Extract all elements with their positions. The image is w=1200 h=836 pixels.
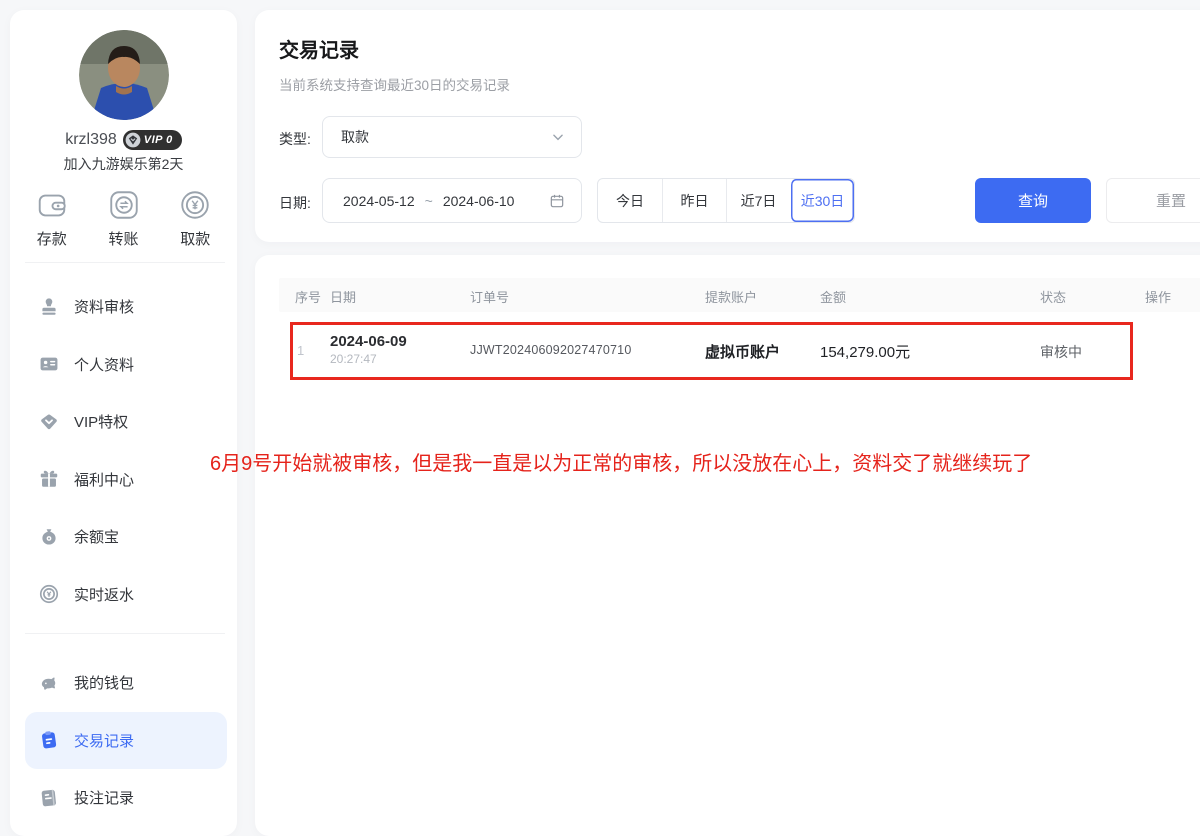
bet-record-icon (38, 787, 60, 809)
col-amount: 金额 (820, 287, 846, 306)
range-yesterday-button[interactable]: 昨日 (662, 179, 726, 222)
quick-actions: 存款 转账 取款 (10, 188, 237, 249)
transfer-icon (107, 188, 141, 222)
sidebar-item-label: 福利中心 (74, 469, 134, 490)
sidebar-item-label: 投注记录 (74, 787, 134, 808)
withdraw-icon (178, 188, 212, 222)
withdraw-label: 取款 (180, 228, 210, 249)
col-account: 提款账户 (705, 287, 757, 306)
sidebar-item-bet-records[interactable]: 投注记录 (25, 769, 227, 827)
transfer-label: 转账 (108, 228, 138, 249)
row-time-value: 20:27:47 (330, 352, 407, 366)
sidebar-item-label: 余额宝 (74, 526, 119, 547)
join-days-text: 加入九游娱乐第2天 (10, 154, 237, 174)
vip-emblem-icon (125, 132, 141, 148)
row-amount: 154,279.00元 (820, 341, 910, 362)
id-card-icon (38, 353, 60, 375)
sidebar-item-transaction-records[interactable]: 交易记录 (25, 712, 227, 770)
sidebar-item-yuebao[interactable]: 余额宝 (25, 508, 227, 566)
records-table: 序号 日期 订单号 提款账户 金额 状态 操作 1 2024-06-09 20:… (255, 255, 1200, 836)
sidebar-item-label: 我的钱包 (74, 672, 134, 693)
col-order: 订单号 (470, 287, 509, 306)
chevron-down-icon (551, 130, 565, 144)
deposit-button[interactable]: 存款 (22, 188, 82, 249)
table-row: 1 2024-06-09 20:27:47 JJWT20240609202747… (279, 322, 1200, 380)
money-bag-icon (38, 526, 60, 548)
col-status: 状态 (1040, 287, 1066, 306)
reset-button[interactable]: 重置 (1106, 178, 1200, 223)
vip-diamond-icon (38, 411, 60, 433)
sidebar-item-label: VIP特权 (74, 411, 128, 432)
sidebar-item-welfare-center[interactable]: 福利中心 (25, 451, 227, 509)
vip-badge: VIP 0 (123, 130, 182, 150)
sidebar-item-label: 交易记录 (74, 730, 134, 751)
row-account: 虚拟币账户 (705, 341, 780, 362)
sidebar-nav: 资料审核 个人资料 VIP特权 (10, 278, 237, 623)
table-header: 序号 日期 订单号 提款账户 金额 状态 操作 (279, 278, 1200, 312)
sidebar-item-vip-privileges[interactable]: VIP特权 (25, 393, 227, 451)
sidebar-item-label: 资料审核 (74, 296, 134, 317)
sidebar-item-personal-info[interactable]: 个人资料 (25, 336, 227, 394)
type-select[interactable]: 取款 (322, 116, 582, 158)
sidebar-nav-records: 我的钱包 交易记录 (10, 654, 237, 827)
stamp-icon (38, 296, 60, 318)
range-30days-button[interactable]: 近30日 (790, 179, 854, 222)
gift-icon (38, 468, 60, 490)
deposit-label: 存款 (37, 228, 67, 249)
col-action: 操作 (1145, 287, 1171, 306)
rebate-icon (38, 583, 60, 605)
sidebar-item-label: 实时返水 (74, 584, 134, 605)
avatar-image (79, 30, 169, 120)
page-title: 交易记录 (279, 34, 359, 63)
username: krzl398 (65, 131, 117, 149)
date-start: 2024-05-12 (343, 193, 415, 209)
query-button[interactable]: 查询 (975, 178, 1091, 223)
page-subtitle: 当前系统支持查询最近30日的交易记录 (279, 74, 510, 94)
sidebar-divider (25, 262, 225, 263)
withdraw-button[interactable]: 取款 (165, 188, 225, 249)
transaction-record-icon (38, 729, 60, 751)
date-label: 日期: (279, 193, 311, 213)
col-index: 序号 (295, 287, 321, 306)
avatar[interactable] (79, 30, 169, 120)
type-select-value: 取款 (341, 127, 551, 147)
range-today-button[interactable]: 今日 (598, 179, 662, 222)
date-end: 2024-06-10 (443, 193, 539, 209)
type-label: 类型: (279, 129, 311, 149)
wallet-icon (35, 188, 69, 222)
row-date-value: 2024-06-09 (330, 333, 407, 350)
quick-range-group: 今日 昨日 近7日 近30日 (597, 178, 855, 223)
calendar-icon (549, 193, 565, 209)
piggy-bank-icon (38, 672, 60, 694)
sidebar-item-profile-review[interactable]: 资料审核 (25, 278, 227, 336)
sidebar: krzl398 VIP 0 加入九游娱乐第2天 存款 (10, 10, 237, 836)
row-index: 1 (297, 343, 304, 358)
transfer-button[interactable]: 转账 (94, 188, 154, 249)
date-range-input[interactable]: 2024-05-12 ~ 2024-06-10 (322, 178, 582, 223)
sidebar-item-label: 个人资料 (74, 354, 134, 375)
sidebar-item-realtime-rebate[interactable]: 实时返水 (25, 566, 227, 624)
col-date: 日期 (330, 287, 356, 306)
sidebar-item-my-wallet[interactable]: 我的钱包 (25, 654, 227, 712)
sidebar-divider (25, 633, 225, 634)
range-7days-button[interactable]: 近7日 (726, 179, 790, 222)
row-order-no: JJWT202406092027470710 (470, 343, 631, 357)
row-date: 2024-06-09 20:27:47 (330, 333, 407, 366)
row-status: 审核中 (1040, 342, 1082, 362)
vip-badge-label: VIP 0 (144, 134, 173, 146)
filter-panel: 交易记录 当前系统支持查询最近30日的交易记录 类型: 取款 日期: 2024-… (255, 10, 1200, 242)
annotation-text: 6月9号开始就被审核，但是我一直是以为正常的审核，所以没放在心上，资料交了就继续… (210, 447, 1032, 476)
date-separator: ~ (425, 193, 433, 209)
